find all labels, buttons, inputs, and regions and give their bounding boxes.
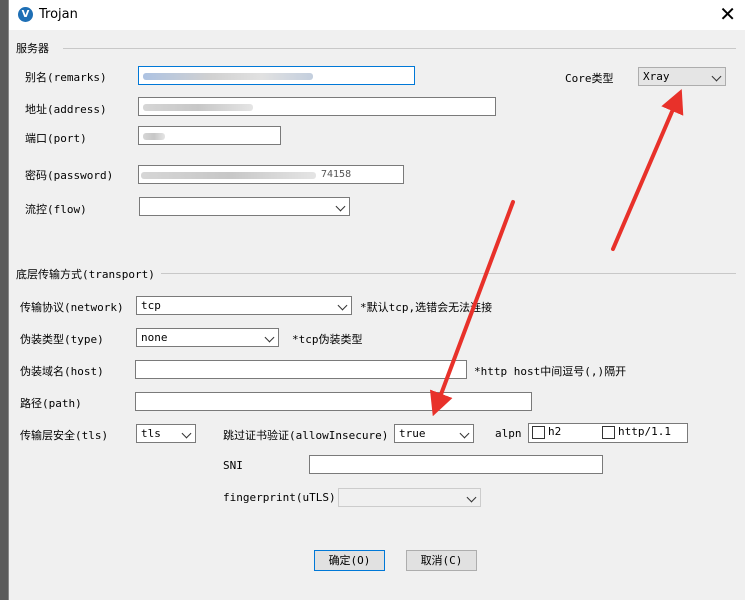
- arrow-to-core-type: [611, 88, 684, 251]
- arrow-to-allow-insecure: [429, 200, 515, 417]
- annotation-arrows: [429, 88, 684, 417]
- trojan-dialog: V Trojan ✕ 服务器 别名(remarks) 地址(address) 端…: [8, 0, 745, 600]
